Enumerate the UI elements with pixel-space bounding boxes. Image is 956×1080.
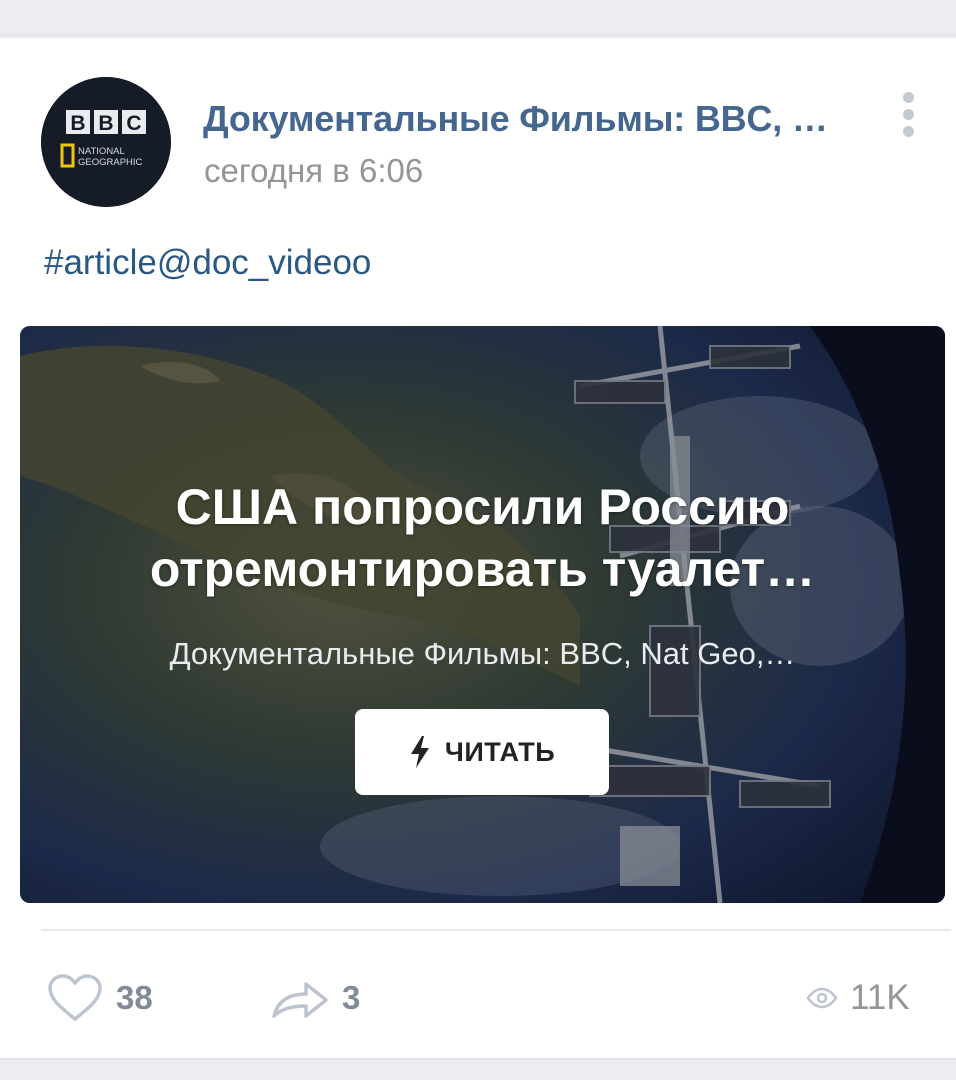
post-card: B B C NATIONAL GEOGRAPHIC Документальные… xyxy=(0,38,956,1058)
like-count: 38 xyxy=(116,979,153,1016)
views-counter: 11K xyxy=(806,973,910,1023)
lightning-icon xyxy=(410,736,429,768)
views-count: 11K xyxy=(850,978,910,1017)
svg-text:NATIONAL: NATIONAL xyxy=(78,146,125,157)
read-article-button[interactable]: ЧИТАТЬ xyxy=(355,709,609,795)
post-timestamp[interactable]: сегодня в 6:06 xyxy=(204,152,423,190)
article-source: Документальные Фильмы: BBC, Nat Geo,… xyxy=(169,636,796,671)
heart-icon xyxy=(48,974,102,1021)
post-footer-divider xyxy=(41,929,951,931)
share-button[interactable]: 3 xyxy=(270,973,360,1023)
more-options-button[interactable] xyxy=(890,86,926,142)
community-avatar[interactable]: B B C NATIONAL GEOGRAPHIC xyxy=(41,77,171,207)
article-title-line-1: США попросили Россию xyxy=(175,479,790,535)
feed-page: B B C NATIONAL GEOGRAPHIC Документальные… xyxy=(0,0,956,1080)
share-arrow-icon xyxy=(272,982,328,1018)
more-dot-icon xyxy=(902,91,914,103)
svg-text:B: B xyxy=(70,112,85,135)
read-button-label: ЧИТАТЬ xyxy=(444,736,556,767)
svg-text:C: C xyxy=(126,112,141,135)
more-dot-icon xyxy=(902,108,914,120)
like-button[interactable]: 38 xyxy=(46,973,153,1023)
svg-text:B: B xyxy=(98,112,113,135)
svg-text:GEOGRAPHIC: GEOGRAPHIC xyxy=(78,157,143,168)
eye-icon xyxy=(806,987,838,1009)
hashtag-link[interactable]: #article@doc_videoo xyxy=(44,243,371,283)
share-count: 3 xyxy=(342,979,361,1016)
feed-separator-top xyxy=(0,0,956,36)
article-title-line-2: отремонтировать туалет… xyxy=(149,541,816,597)
community-name-link[interactable]: Документальные Фильмы: BBC, Nat Geo, Dis… xyxy=(203,98,843,140)
more-dot-icon xyxy=(902,125,914,137)
article-image-overlay xyxy=(20,326,945,903)
feed-separator-bottom xyxy=(0,1058,956,1080)
article-title: США попросили Россию отремонтировать туа… xyxy=(60,476,905,600)
article-preview-card[interactable]: США попросили Россию отремонтировать туа… xyxy=(20,326,945,903)
bbc-natgeo-logo: B B C NATIONAL GEOGRAPHIC xyxy=(41,77,171,207)
